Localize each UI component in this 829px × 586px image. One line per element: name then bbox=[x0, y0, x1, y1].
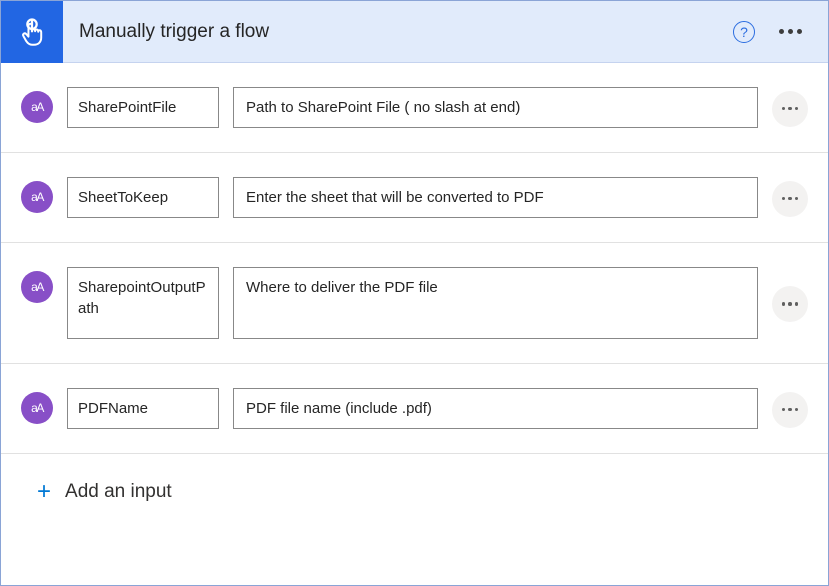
input-more-icon[interactable] bbox=[772, 286, 808, 322]
input-name-field[interactable]: SharePointFile bbox=[67, 87, 219, 128]
input-row: aA SheetToKeep Enter the sheet that will b… bbox=[1, 152, 828, 242]
text-type-icon: aA bbox=[21, 271, 53, 303]
touch-icon bbox=[15, 15, 49, 49]
trigger-icon-box bbox=[1, 1, 63, 63]
input-row: aA PDFName PDF file name (include .pdf) bbox=[1, 363, 828, 453]
input-row: aA SharepointOutputPathWhere to deliver t… bbox=[1, 242, 828, 363]
text-type-icon: aA bbox=[21, 392, 53, 424]
text-type-icon: aA bbox=[21, 91, 53, 123]
input-more-icon[interactable] bbox=[772, 91, 808, 127]
input-description-field[interactable]: Where to deliver the PDF file bbox=[233, 267, 758, 339]
add-input-button[interactable]: + Add an input bbox=[1, 453, 828, 530]
input-row: aA SharePointFile Path to SharePoint File … bbox=[1, 63, 828, 152]
input-description-field[interactable]: Enter the sheet that will be converted t… bbox=[233, 177, 758, 218]
input-name-field[interactable]: PDFName bbox=[67, 388, 219, 429]
trigger-card: Manually trigger a flow ? aA SharePointFi… bbox=[0, 0, 829, 586]
plus-icon: + bbox=[37, 480, 51, 504]
help-icon[interactable]: ? bbox=[733, 21, 755, 43]
input-description-field[interactable]: Path to SharePoint File ( no slash at en… bbox=[233, 87, 758, 128]
card-header: Manually trigger a flow ? bbox=[1, 1, 828, 63]
card-body: aA SharePointFile Path to SharePoint File … bbox=[1, 63, 828, 585]
card-more-icon[interactable] bbox=[773, 23, 808, 40]
input-more-icon[interactable] bbox=[772, 392, 808, 428]
header-actions: ? bbox=[733, 21, 828, 43]
card-title: Manually trigger a flow bbox=[63, 21, 733, 43]
input-more-icon[interactable] bbox=[772, 181, 808, 217]
text-type-icon: aA bbox=[21, 181, 53, 213]
input-name-field[interactable]: SheetToKeep bbox=[67, 177, 219, 218]
add-input-label: Add an input bbox=[65, 481, 172, 503]
input-name-field[interactable]: SharepointOutputPath bbox=[67, 267, 219, 339]
input-description-field[interactable]: PDF file name (include .pdf) bbox=[233, 388, 758, 429]
